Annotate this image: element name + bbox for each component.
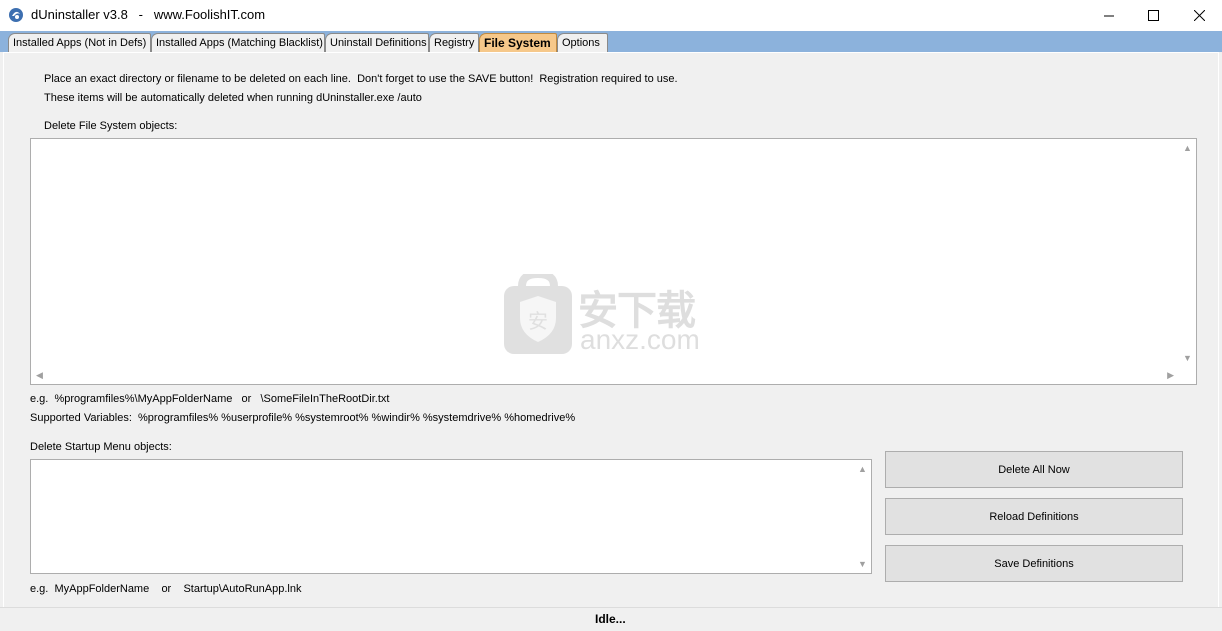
close-button[interactable] xyxy=(1176,0,1222,31)
tab-file-system[interactable]: File System xyxy=(479,33,557,52)
title-bar: dUninstaller v3.8 - www.FoolishIT.com xyxy=(0,0,1222,31)
maximize-button[interactable] xyxy=(1130,0,1176,31)
watermark: 安 安下载 anxz.com xyxy=(502,269,718,356)
tab-installed-apps-matching-blacklist[interactable]: Installed Apps (Matching Blacklist) xyxy=(151,33,325,52)
tab-uninstall-definitions[interactable]: Uninstall Definitions xyxy=(325,33,429,52)
tab-options[interactable]: Options xyxy=(557,33,608,52)
status-text: Idle... xyxy=(595,612,626,626)
scroll-left-icon[interactable]: ◀ xyxy=(36,370,43,381)
startup-example-text: e.g. MyAppFolderName or Startup\AutoRunA… xyxy=(30,583,302,595)
intro-text-line2: These items will be automatically delete… xyxy=(44,92,422,104)
supported-variables-text: Supported Variables: %programfiles% %use… xyxy=(30,412,576,424)
status-bar: Idle... xyxy=(0,607,1222,631)
tab-strip: Installed Apps (Not in Defs) Installed A… xyxy=(0,31,1222,52)
tab-installed-apps-not-in-defs[interactable]: Installed Apps (Not in Defs) xyxy=(8,33,151,52)
fs-example-text: e.g. %programfiles%\MyAppFolderName or \… xyxy=(30,393,390,405)
maximize-icon xyxy=(1147,10,1159,21)
save-definitions-button[interactable]: Save Definitions xyxy=(885,545,1183,582)
tab-registry[interactable]: Registry xyxy=(429,33,479,52)
close-icon xyxy=(1193,10,1205,21)
scroll-up-icon[interactable]: ▲ xyxy=(1183,143,1192,153)
fs-objects-label: Delete File System objects: xyxy=(44,120,178,132)
startup-objects-textarea[interactable]: ▲ ▼ xyxy=(30,459,872,574)
app-icon xyxy=(9,8,23,22)
reload-definitions-button[interactable]: Reload Definitions xyxy=(885,498,1183,535)
svg-text:安: 安 xyxy=(528,309,548,333)
watermark-en-text: anxz.com xyxy=(580,324,700,355)
fs-horizontal-scrollbar[interactable]: ◀ ▶ xyxy=(31,367,1179,384)
scroll-down-icon[interactable]: ▼ xyxy=(858,559,867,569)
scroll-down-icon[interactable]: ▼ xyxy=(1183,353,1192,363)
startup-objects-label: Delete Startup Menu objects: xyxy=(30,441,172,453)
shield-icon: 安 xyxy=(504,269,572,354)
delete-all-now-button[interactable]: Delete All Now xyxy=(885,451,1183,488)
intro-text-line1: Place an exact directory or filename to … xyxy=(44,73,678,85)
startup-vertical-scrollbar[interactable]: ▲ ▼ xyxy=(854,460,871,573)
window-title: dUninstaller v3.8 - www.FoolishIT.com xyxy=(31,7,266,22)
scroll-right-icon[interactable]: ▶ xyxy=(1167,370,1174,381)
minimize-button[interactable] xyxy=(1086,0,1132,31)
minimize-icon xyxy=(1103,15,1114,17)
fs-vertical-scrollbar[interactable]: ▲ ▼ xyxy=(1179,139,1196,367)
scroll-up-icon[interactable]: ▲ xyxy=(858,464,867,474)
